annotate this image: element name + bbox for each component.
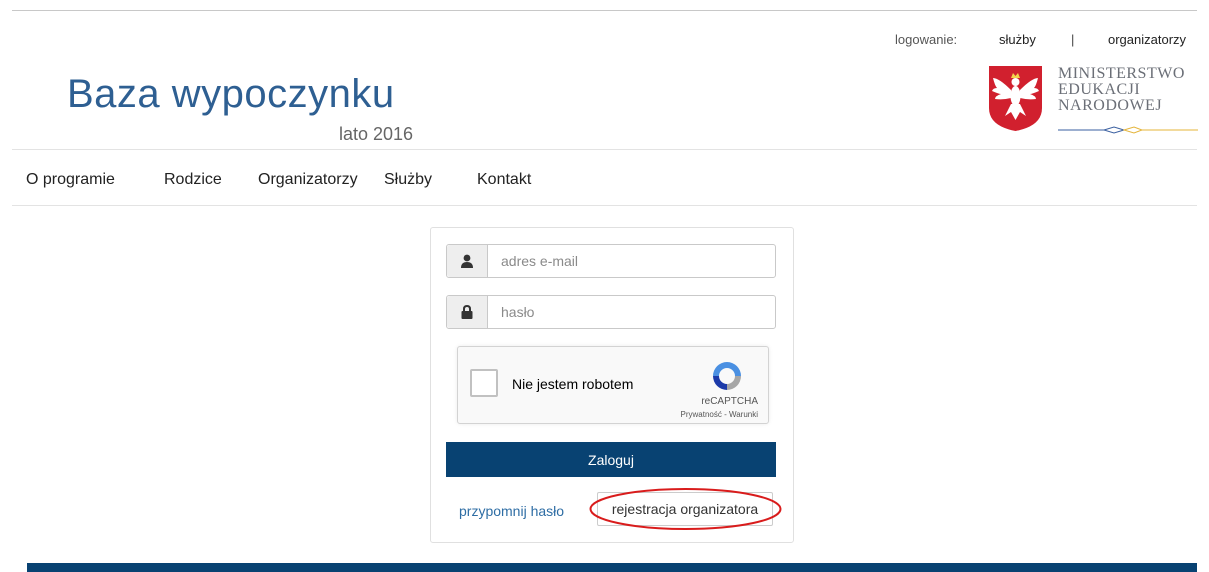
recaptcha-label: Nie jestem robotem [512, 376, 634, 392]
highlight-ellipse [589, 488, 782, 530]
nav-item-organizatorzy[interactable]: Organizatorzy [258, 171, 358, 189]
site-subtitle: lato 2016 [339, 124, 414, 144]
recaptcha-terms-link[interactable]: Prywatność - Warunki [681, 410, 759, 419]
login-organizers-link[interactable]: organizatorzy [1108, 32, 1186, 47]
password-input[interactable] [488, 296, 781, 328]
password-field [446, 295, 781, 329]
ministry-line: MINISTERSTWO [1058, 65, 1185, 82]
nav-item-kontakt[interactable]: Kontakt [477, 171, 531, 189]
ministry-line: EDUKACJI [1058, 81, 1141, 98]
nav-item-rodzice[interactable]: Rodzice [164, 171, 222, 189]
login-button[interactable]: Zaloguj [446, 442, 776, 477]
nav-item-sluzby[interactable]: Służby [384, 171, 432, 189]
ministry-logo-text: MINISTERSTWO EDUKACJI NARODOWEJ [1058, 66, 1185, 114]
user-icon [447, 245, 488, 277]
email-field [446, 244, 781, 278]
polish-emblem-icon [989, 66, 1042, 131]
recaptcha-brand: reCAPTCHA [701, 396, 758, 407]
nav-item-o-programie[interactable]: O programie [26, 171, 115, 189]
pen-nib-icon [1058, 126, 1198, 134]
recaptcha-widget: Nie jestem robotem reCAPTCHA Prywatność … [457, 346, 769, 424]
footer-bar [27, 563, 1197, 572]
recaptcha-checkbox[interactable] [470, 369, 498, 397]
login-label: logowanie: [895, 32, 958, 47]
nav-divider [12, 205, 1197, 206]
login-separator: | [1071, 32, 1075, 47]
recaptcha-logo-icon [713, 362, 741, 390]
email-input[interactable] [488, 245, 781, 277]
header-divider [12, 149, 1197, 150]
top-rule [12, 10, 1197, 11]
login-services-link[interactable]: służby [999, 32, 1036, 47]
remind-password-link[interactable]: przypomnij hasło [459, 503, 564, 519]
lock-icon [447, 296, 488, 328]
ministry-line: NARODOWEJ [1058, 97, 1163, 114]
login-links: logowanie: służby | organizatorzy [0, 32, 1209, 48]
site-title[interactable]: Baza wypoczynku [67, 72, 395, 117]
